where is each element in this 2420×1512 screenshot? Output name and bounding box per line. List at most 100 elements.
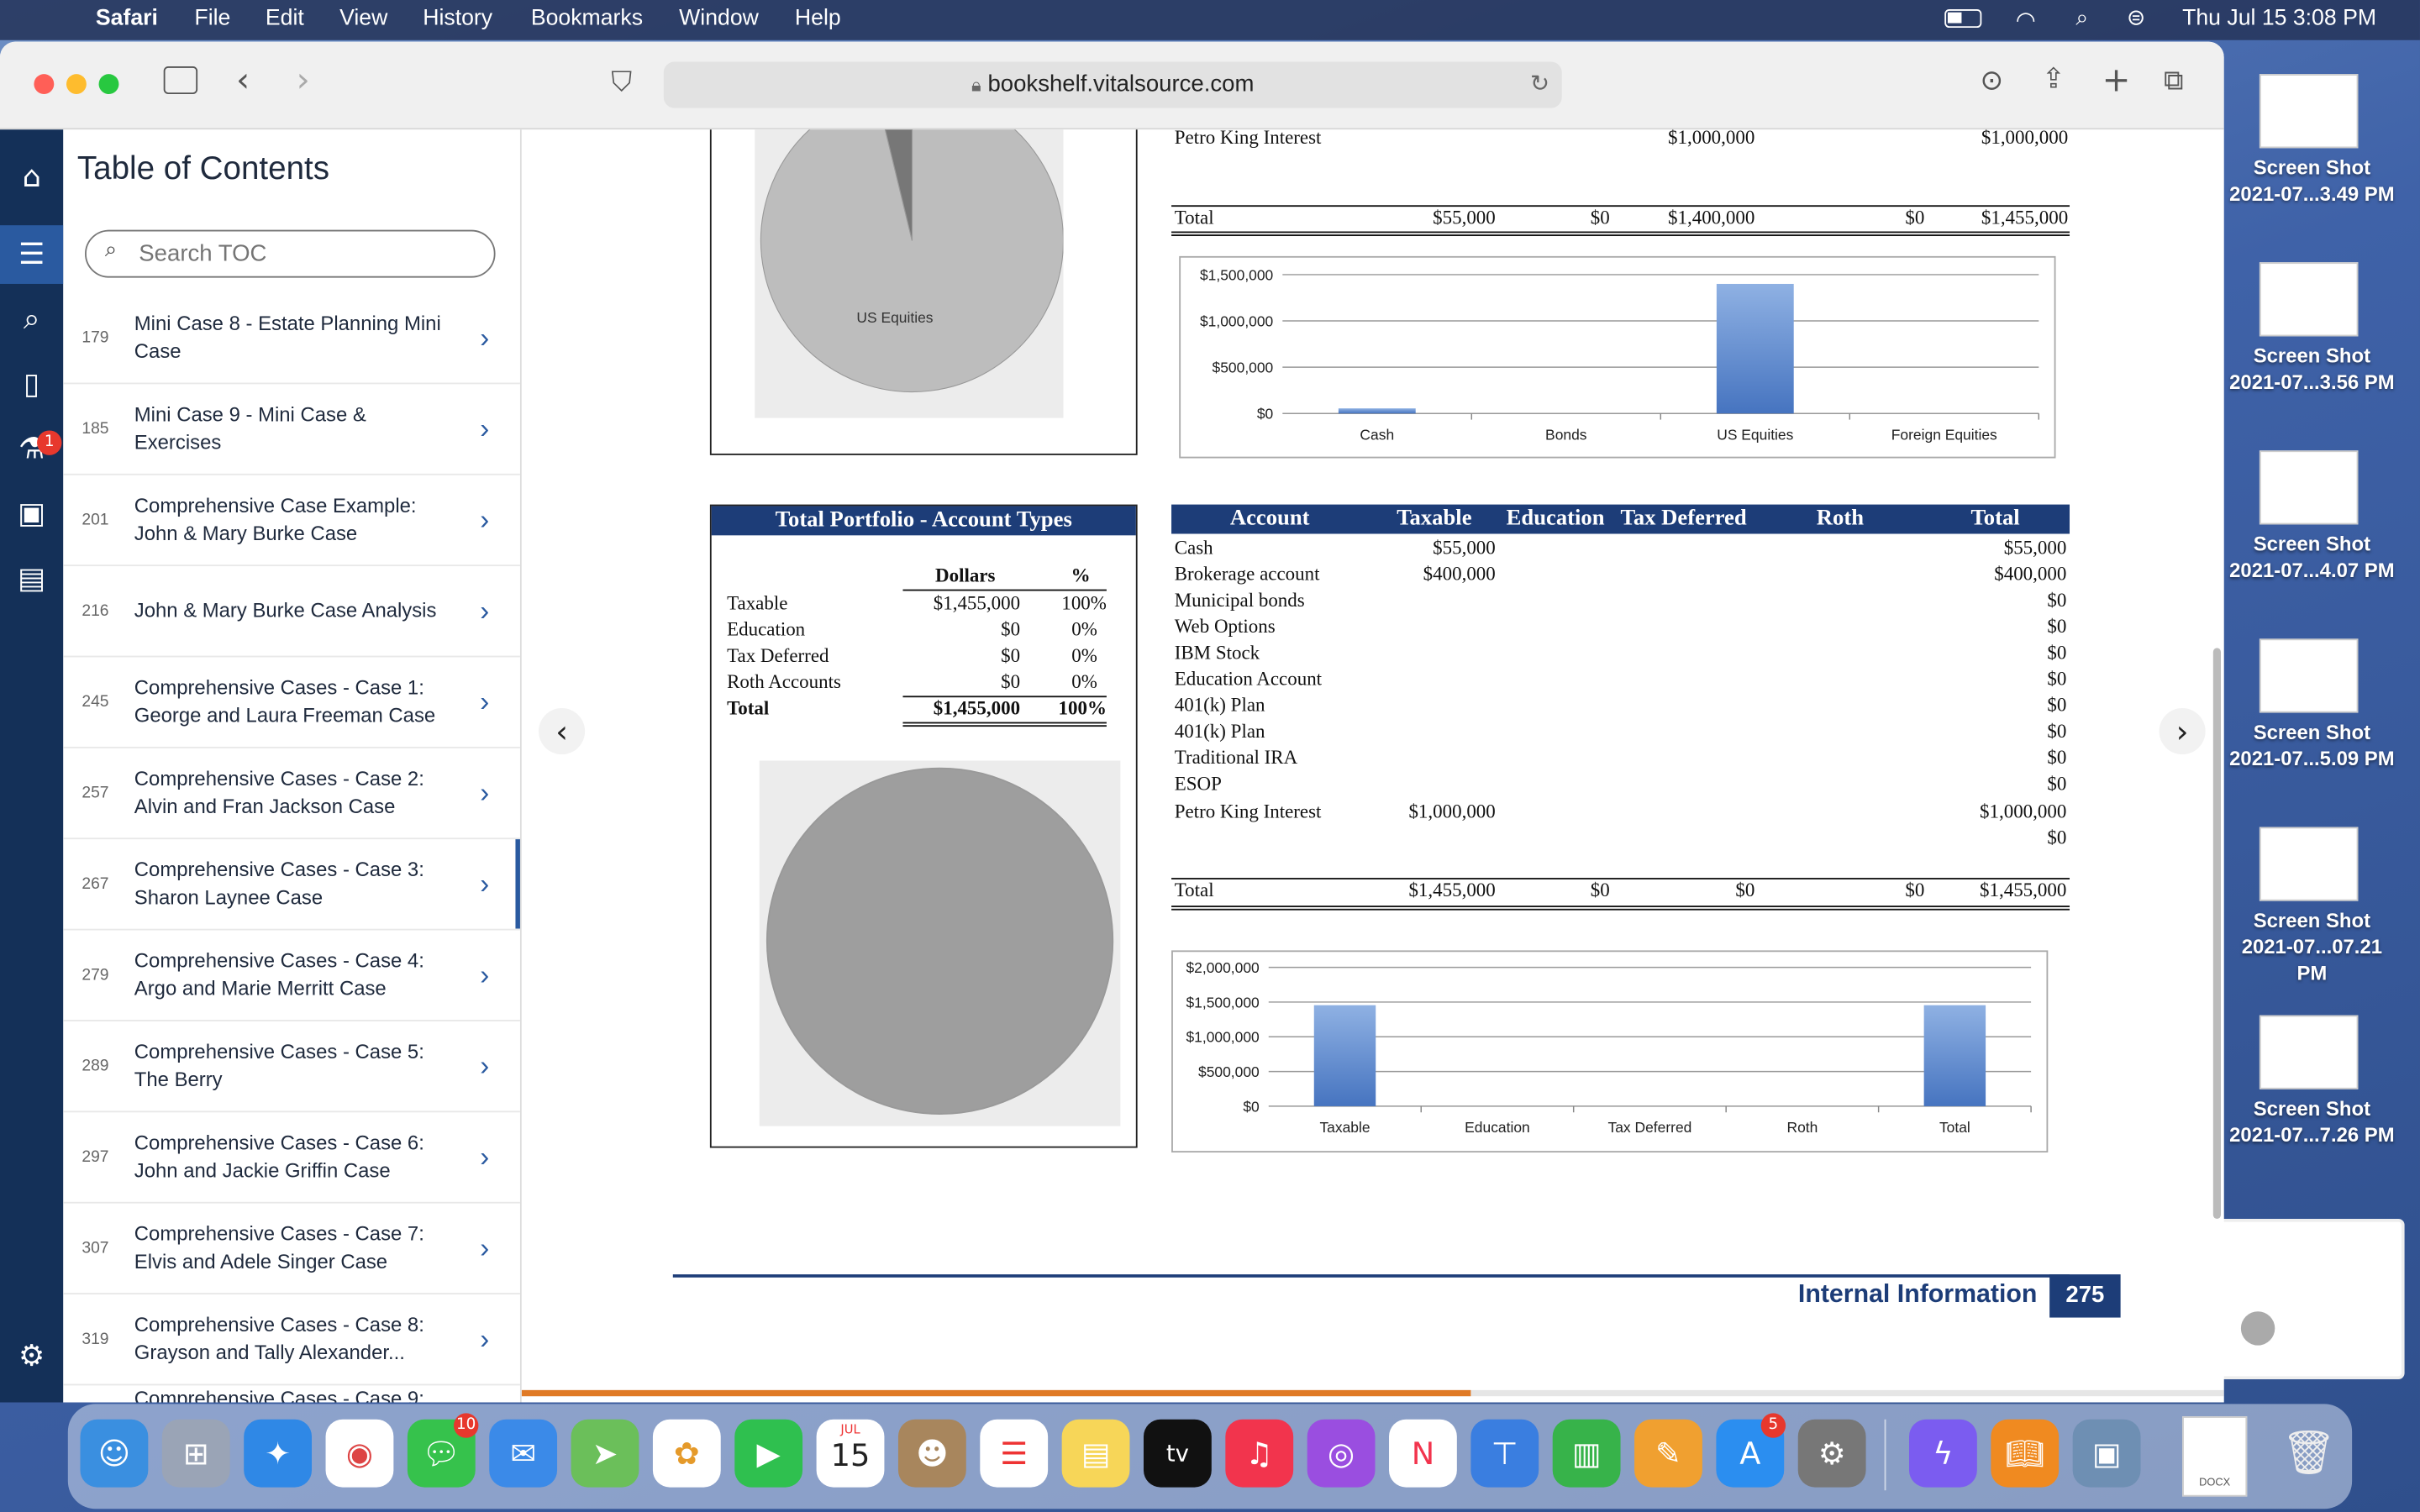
toc-item[interactable]: 185 Mini Case 9 - Mini Case & Exercises …	[63, 384, 520, 475]
control-center-icon[interactable]: ⊜	[2127, 6, 2145, 30]
column-header: Education	[1506, 506, 1605, 531]
desktop-file-screenshot[interactable]: Screen Shot 2021-07...4.07 PM	[2226, 450, 2420, 620]
bookmark-page-icon[interactable]: ▯	[0, 354, 63, 413]
toc-item[interactable]: 201 Comprehensive Case Example: John & M…	[63, 475, 520, 567]
table-cell: Roth Accounts	[727, 670, 841, 693]
contacts-icon[interactable]: ☻	[897, 1419, 966, 1488]
numbers-icon[interactable]: ▥	[1552, 1419, 1621, 1488]
menu-view[interactable]: View	[339, 6, 387, 30]
facetime-icon[interactable]: ▶	[734, 1419, 803, 1488]
total-cell: $1,455,000	[933, 697, 1021, 719]
music-icon[interactable]: ♫	[1225, 1419, 1294, 1488]
address-bar[interactable]: 🔒︎ bookshelf.vitalsource.com ↻	[663, 61, 1562, 108]
menu-edit[interactable]: Edit	[266, 6, 304, 30]
table-cell: Municipal bonds	[1174, 589, 1305, 612]
podcasts-icon[interactable]: ◎	[1307, 1419, 1376, 1488]
toc-item[interactable]: 179 Mini Case 8 - Estate Planning Mini C…	[63, 293, 520, 385]
table-cell: Tax Deferred	[727, 644, 829, 667]
toc-item[interactable]: 289 Comprehensive Cases - Case 5: The Be…	[63, 1021, 520, 1113]
gear-icon[interactable]: ⚙	[0, 1327, 63, 1386]
close-window-button[interactable]	[34, 74, 55, 95]
toc-item[interactable]: 319 Comprehensive Cases - Case 8: Grayso…	[63, 1294, 520, 1386]
apple-tv-icon[interactable]: tv	[1143, 1419, 1212, 1488]
x-tick-label: Tax Deferred	[1608, 1119, 1692, 1136]
toc-item[interactable]: Comprehensive Cases - Case 9: ›	[63, 1385, 520, 1402]
table-cell: $0	[2047, 615, 2067, 638]
messenger-icon[interactable]: ϟ	[1908, 1419, 1977, 1488]
notes-icon[interactable]: ▤	[0, 549, 63, 608]
spotlight-icon[interactable]: ⌕	[2075, 6, 2088, 30]
back-icon[interactable]: ‹	[236, 61, 250, 100]
chrome-icon[interactable]: ◉	[325, 1419, 394, 1488]
menu-app-name[interactable]: Safari	[96, 6, 158, 30]
table-cell: Traditional IRA	[1174, 746, 1298, 769]
downloads-icon[interactable]: ⊙	[1980, 65, 2003, 97]
next-page-button[interactable]: ›	[2159, 708, 2206, 755]
trash-icon[interactable]: 🗑︎	[2275, 1420, 2343, 1488]
finder-icon[interactable]: ☺	[80, 1419, 149, 1488]
menu-bookmarks[interactable]: Bookmarks	[531, 6, 643, 30]
table-cell: $1,000,000	[1980, 801, 2067, 822]
menu-clock[interactable]: Thu Jul 15 3:08 PM	[2182, 6, 2376, 30]
privacy-shield-icon[interactable]: ⛉	[611, 66, 632, 99]
desktop-file-label: Screen Shot 2021-07...3.49 PM	[2229, 155, 2395, 206]
photos-icon[interactable]: ✿	[652, 1419, 721, 1488]
toc-item[interactable]: 307 Comprehensive Cases - Case 7: Elvis …	[63, 1204, 520, 1294]
launchpad-icon[interactable]: ⊞	[161, 1419, 230, 1488]
table-cell: $1,000,000	[1981, 129, 2069, 149]
share-icon[interactable]: ⇪	[2042, 63, 2065, 96]
menu-help[interactable]: Help	[795, 6, 841, 30]
toc-item[interactable]: 257 Comprehensive Cases - Case 2: Alvin …	[63, 748, 520, 840]
battery-icon[interactable]	[1944, 9, 1982, 29]
menu-file[interactable]: File	[194, 6, 230, 30]
toc-item-page: 257	[82, 784, 109, 803]
maps-icon[interactable]: ➤	[571, 1419, 639, 1488]
calendar-icon[interactable]: JUL 15	[816, 1419, 885, 1488]
menu-history[interactable]: History	[423, 6, 492, 30]
desktop-file-screenshot[interactable]: Screen Shot 2021-07...07.21 PM	[2226, 827, 2420, 996]
bar	[1716, 283, 1794, 414]
bar	[1313, 1005, 1376, 1106]
desktop-file-screenshot[interactable]: Screen Shot 2021-07...7.26 PM	[2226, 1015, 2420, 1185]
mail-icon[interactable]: ✉	[489, 1419, 558, 1488]
menu-window[interactable]: Window	[679, 6, 759, 30]
toc-item-active[interactable]: 267 Comprehensive Cases - Case 3: Sharon…	[63, 839, 520, 931]
minimize-window-button[interactable]	[66, 74, 87, 95]
safari-icon[interactable]: ✦	[244, 1419, 313, 1488]
notes-icon[interactable]: ▤	[1061, 1419, 1130, 1488]
system-preferences-icon[interactable]: ⚙	[1797, 1419, 1866, 1488]
books-icon[interactable]: 📖︎	[1991, 1419, 2060, 1488]
news-icon[interactable]: N	[1389, 1419, 1457, 1488]
image-gallery-icon[interactable]: ▣	[0, 485, 63, 543]
page-scrollbar[interactable]	[2212, 648, 2222, 1219]
wifi-icon[interactable]: ◠	[2016, 6, 2036, 34]
chevron-right-icon: ›	[480, 322, 490, 354]
pages-icon[interactable]: ✎	[1634, 1419, 1702, 1488]
keynote-icon[interactable]: ⊤	[1470, 1419, 1539, 1488]
reload-icon[interactable]: ↻	[1530, 61, 1549, 108]
zoom-window-button[interactable]	[98, 74, 119, 95]
desktop-file-screenshot[interactable]: Screen Shot 2021-07...3.56 PM	[2226, 262, 2420, 432]
toc-item-page: 279	[82, 965, 109, 984]
reminders-icon[interactable]: ☰	[980, 1419, 1049, 1488]
sidebar-toggle-icon[interactable]	[163, 66, 198, 95]
toc-item[interactable]: 297 Comprehensive Cases - Case 6: John a…	[63, 1112, 520, 1204]
toc-search-input[interactable]	[135, 239, 482, 269]
desktop-file-screenshot[interactable]: Screen Shot 2021-07...3.49 PM	[2226, 74, 2420, 244]
forward-icon[interactable]: ›	[297, 61, 310, 100]
new-tab-icon[interactable]: +	[2102, 61, 2131, 100]
table-of-contents-icon[interactable]: ☰	[0, 225, 64, 284]
toc-item[interactable]: 245 Comprehensive Cases - Case 1: George…	[63, 657, 520, 748]
tab-overview-icon[interactable]: ⧉	[2164, 65, 2184, 97]
desktop-file-screenshot[interactable]: Screen Shot 2021-07...5.09 PM	[2226, 638, 2420, 808]
home-icon[interactable]: ⌂	[0, 148, 63, 207]
toc-item[interactable]: 216 John & Mary Burke Case Analysis ›	[63, 566, 520, 658]
toc-search[interactable]: ⌕	[85, 229, 496, 278]
toc-item[interactable]: 279 Comprehensive Cases - Case 4: Argo a…	[63, 931, 520, 1021]
docx-file-icon[interactable]: DOCX	[2182, 1416, 2248, 1497]
y-tick-label: $500,000	[1213, 360, 1274, 376]
previous-page-button[interactable]: ‹	[539, 708, 586, 755]
preview-icon[interactable]: ▣	[2072, 1419, 2141, 1488]
column-header: %	[1071, 564, 1091, 586]
search-icon[interactable]: ⌕	[0, 290, 63, 349]
